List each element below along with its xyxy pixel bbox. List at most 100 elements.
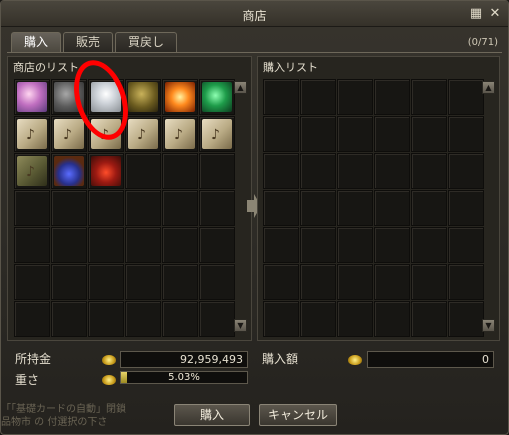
shop-slot[interactable]	[162, 190, 198, 226]
shop-slot[interactable]: ♪	[14, 116, 50, 152]
buy-slot[interactable]	[337, 301, 373, 337]
buy-slot[interactable]	[411, 264, 447, 300]
shop-slot[interactable]: ♪	[199, 116, 235, 152]
buy-slot[interactable]	[263, 301, 299, 337]
shop-slot[interactable]	[88, 264, 124, 300]
buy-slot[interactable]	[300, 79, 336, 115]
buy-slot[interactable]	[263, 116, 299, 152]
cancel-button[interactable]: キャンセル	[259, 404, 337, 426]
buy-slot[interactable]	[448, 227, 484, 263]
shop-slot[interactable]	[88, 227, 124, 263]
tab-buyback[interactable]: 買戻し	[115, 32, 178, 52]
buy-slot[interactable]	[300, 264, 336, 300]
shop-slot[interactable]	[125, 79, 161, 115]
shop-slot[interactable]	[51, 190, 87, 226]
buy-slot[interactable]	[411, 116, 447, 152]
shop-slot[interactable]	[199, 301, 235, 337]
buy-slot[interactable]	[374, 79, 410, 115]
tab-buy[interactable]: 購入	[11, 32, 62, 52]
shop-slot[interactable]	[199, 153, 235, 189]
buy-slot[interactable]	[411, 190, 447, 226]
recipe-scroll-icon[interactable]: ♪	[17, 119, 47, 149]
shop-slot[interactable]	[199, 264, 235, 300]
buy-slot[interactable]	[300, 153, 336, 189]
titlebar[interactable]: 商店 ▦ ✕	[1, 1, 508, 27]
buy-slot[interactable]	[374, 227, 410, 263]
shop-slot[interactable]	[162, 227, 198, 263]
grid-settings-icon[interactable]: ▦	[468, 6, 484, 22]
fire-orb-icon[interactable]	[165, 82, 195, 112]
shop-slot[interactable]	[14, 190, 50, 226]
shop-slot[interactable]: ♪	[125, 116, 161, 152]
buy-slot[interactable]	[448, 116, 484, 152]
buy-slot[interactable]	[448, 190, 484, 226]
shop-slot[interactable]	[125, 227, 161, 263]
buy-slot[interactable]	[263, 153, 299, 189]
buy-slot[interactable]	[411, 227, 447, 263]
buy-slot[interactable]	[411, 79, 447, 115]
close-icon[interactable]: ✕	[487, 6, 503, 22]
recipe-scroll-icon[interactable]: ♪	[165, 119, 195, 149]
buy-slot[interactable]	[374, 116, 410, 152]
scroll-up-icon[interactable]: ▲	[482, 81, 495, 94]
shop-slot[interactable]	[88, 190, 124, 226]
buy-slot[interactable]	[448, 79, 484, 115]
tab-sell[interactable]: 販売	[63, 32, 114, 52]
buy-slot[interactable]	[337, 116, 373, 152]
dark-scroll-icon[interactable]: ♪	[17, 156, 47, 186]
shop-slot[interactable]	[125, 264, 161, 300]
shop-slot[interactable]	[14, 264, 50, 300]
buy-slot[interactable]	[300, 190, 336, 226]
buy-slot[interactable]	[448, 301, 484, 337]
scroll-down-icon[interactable]: ▼	[234, 319, 247, 332]
red-potion-icon[interactable]	[91, 156, 121, 186]
buy-slot[interactable]	[448, 264, 484, 300]
shop-slot[interactable]	[125, 301, 161, 337]
scroll-up-icon[interactable]: ▲	[234, 81, 247, 94]
buy-slot[interactable]	[374, 301, 410, 337]
buy-slot[interactable]	[411, 153, 447, 189]
buy-slot[interactable]	[263, 190, 299, 226]
shop-slot[interactable]	[162, 301, 198, 337]
gold-orb-icon[interactable]	[128, 82, 158, 112]
buy-slot[interactable]	[374, 264, 410, 300]
buy-button[interactable]: 購入	[174, 404, 250, 426]
recipe-scroll-icon[interactable]: ♪	[128, 119, 158, 149]
shop-slot[interactable]	[162, 79, 198, 115]
buy-slot[interactable]	[300, 227, 336, 263]
shop-slot[interactable]	[125, 190, 161, 226]
buy-slot[interactable]	[337, 264, 373, 300]
shop-slot[interactable]	[14, 227, 50, 263]
shop-slot[interactable]	[162, 153, 198, 189]
buy-slot[interactable]	[337, 227, 373, 263]
pink-crystal-icon[interactable]	[17, 82, 47, 112]
buy-slot[interactable]	[300, 301, 336, 337]
shop-slot[interactable]	[199, 227, 235, 263]
recipe-scroll-icon[interactable]: ♪	[54, 119, 84, 149]
shop-slot[interactable]: ♪	[14, 153, 50, 189]
shop-slot[interactable]: ♪	[162, 116, 198, 152]
shop-slot[interactable]	[199, 190, 235, 226]
buy-slot[interactable]	[337, 79, 373, 115]
shop-slot[interactable]	[51, 301, 87, 337]
buy-slot[interactable]	[300, 116, 336, 152]
shop-slot[interactable]	[125, 153, 161, 189]
shop-slot[interactable]	[51, 227, 87, 263]
buy-slot[interactable]	[263, 79, 299, 115]
scroll-down-icon[interactable]: ▼	[482, 319, 495, 332]
buy-slot[interactable]	[448, 153, 484, 189]
shop-slot[interactable]	[88, 153, 124, 189]
buy-slot[interactable]	[337, 153, 373, 189]
shop-slot[interactable]	[199, 79, 235, 115]
buy-slot[interactable]	[374, 153, 410, 189]
shop-slot[interactable]	[162, 264, 198, 300]
shop-slot[interactable]	[14, 79, 50, 115]
buy-slot[interactable]	[263, 227, 299, 263]
buy-slot[interactable]	[411, 301, 447, 337]
shop-slot[interactable]: ♪	[51, 116, 87, 152]
shop-slot[interactable]	[51, 153, 87, 189]
shop-slot[interactable]	[88, 301, 124, 337]
buy-slot[interactable]	[263, 264, 299, 300]
shop-slot[interactable]	[51, 264, 87, 300]
shop-slot[interactable]	[14, 301, 50, 337]
